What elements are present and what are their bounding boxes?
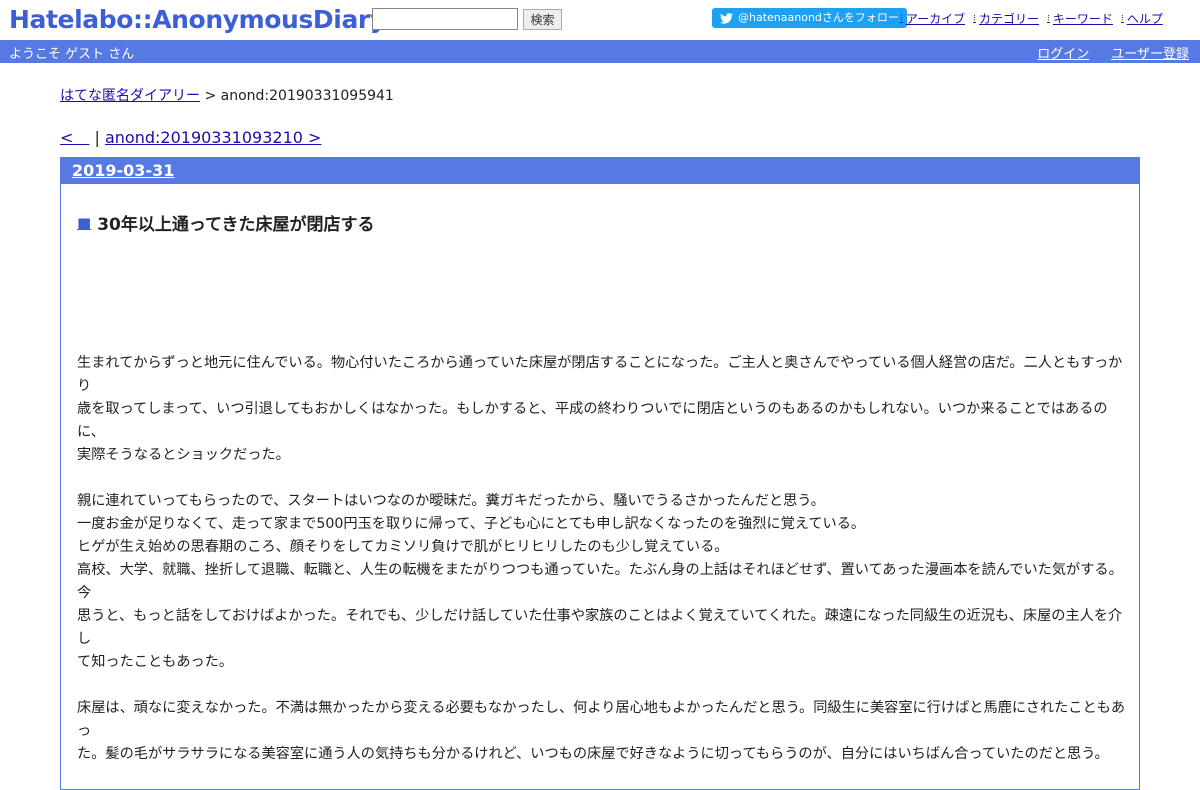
pager-separator: | <box>89 128 105 147</box>
top-header: Hatelabo::AnonymousDiary 検索 @hatenaanond… <box>0 0 1200 40</box>
entry-title-text: 30年以上通ってきた床屋が閉店する <box>97 215 375 235</box>
user-bar: ようこそ ゲスト さん ログイン ユーザー登録 <box>0 40 1200 63</box>
day-box: 2019-03-31 ■ 30年以上通ってきた床屋が閉店する 生まれてからずっと… <box>60 157 1140 790</box>
breadcrumb-separator: > <box>200 88 221 104</box>
breadcrumb-current: anond:20190331095941 <box>220 88 394 104</box>
paragraph: 親に連れていってもらったので、スタートはいつなのか曖昧だ。糞ガキだったから、騒い… <box>77 493 1123 670</box>
paragraph: 床屋は、頑なに変えなかった。不満は無かったから変える必要もなかったし、何より居心… <box>77 700 1126 762</box>
breadcrumb: はてな匿名ダイアリー > anond:20190331095941 <box>60 85 1140 105</box>
paragraph: 生まれてからずっと地元に住んでいる。物心付いたころから通っていた床屋が閉店するこ… <box>77 355 1123 463</box>
twitter-follow-button[interactable]: @hatenaanondさんをフォロー <box>712 8 907 28</box>
entry-body: 生まれてからずっと地元に住んでいる。物心付いたころから通っていた床屋が閉店するこ… <box>77 352 1127 766</box>
nav-help[interactable]: ⁝ ヘルプ <box>1121 10 1163 27</box>
main-content: はてな匿名ダイアリー > anond:20190331095941 < | an… <box>60 85 1140 790</box>
account-links: ログイン ユーザー登録 <box>1037 43 1189 62</box>
twitter-bird-icon <box>720 12 733 24</box>
nav-keyword[interactable]: ⁝ キーワード <box>1047 10 1113 27</box>
chevron-right-icon: ⁝ <box>900 13 903 24</box>
entry-title: ■ 30年以上通ってきた床屋が閉店する <box>77 210 1127 236</box>
next-entry-link[interactable]: anond:20190331093210 > <box>105 128 321 147</box>
day-date-link[interactable]: 2019-03-31 <box>72 161 174 180</box>
login-link[interactable]: ログイン <box>1037 43 1089 62</box>
chevron-right-icon: ⁝ <box>1120 13 1124 24</box>
nav-category[interactable]: ⁝ カテゴリー <box>973 10 1039 27</box>
entry-section: ■ 30年以上通ってきた床屋が閉店する 生まれてからずっと地元に住んでいる。物心… <box>61 210 1139 766</box>
top-nav: ⁝ アーカイブ ⁝ カテゴリー ⁝ キーワード ⁝ ヘルプ <box>900 10 1171 27</box>
day-header: 2019-03-31 <box>61 158 1139 184</box>
chevron-right-icon: ⁝ <box>1047 13 1050 24</box>
prev-entry-link[interactable]: < <box>60 128 89 147</box>
register-link[interactable]: ユーザー登録 <box>1111 43 1189 62</box>
site-logo[interactable]: Hatelabo::AnonymousDiary <box>9 5 386 34</box>
welcome-text: ようこそ ゲスト さん <box>9 47 135 62</box>
chevron-right-icon: ⁝ <box>973 13 977 24</box>
entry-permalink-icon[interactable]: ■ <box>77 214 91 232</box>
search-input[interactable] <box>372 8 518 30</box>
ad-space <box>77 235 1127 352</box>
follow-label: @hatenaanondさんをフォロー <box>738 11 899 24</box>
breadcrumb-root-link[interactable]: はてな匿名ダイアリー <box>60 88 200 104</box>
entry-pager: < | anond:20190331093210 > <box>60 124 1140 148</box>
nav-archive[interactable]: ⁝ アーカイブ <box>900 10 965 27</box>
search-button[interactable]: 検索 <box>523 9 562 30</box>
